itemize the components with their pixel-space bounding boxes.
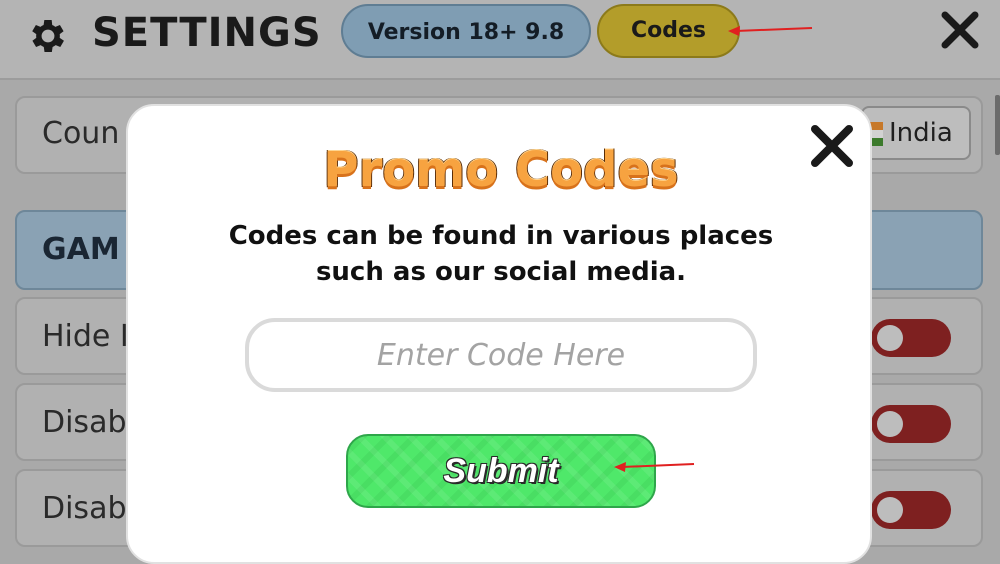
scrollbar[interactable]: [995, 95, 1000, 155]
setting-label: Hide I: [42, 319, 129, 354]
promo-code-input[interactable]: [245, 318, 757, 392]
setting-toggle[interactable]: [871, 319, 951, 357]
description-line: Codes can be found in various places: [228, 221, 774, 251]
gear-icon: [32, 20, 64, 52]
country-label: Coun: [42, 116, 120, 151]
description-line: such as our social media.: [315, 257, 687, 287]
close-icon[interactable]: [938, 8, 982, 52]
dialog-title: Promo Codes: [323, 142, 679, 198]
submit-label: Submit: [443, 452, 559, 490]
dialog-description: Codes can be found in various places suc…: [188, 218, 814, 290]
arrow-annotation: [728, 26, 813, 36]
country-select[interactable]: India: [861, 106, 971, 160]
country-value: India: [889, 118, 953, 148]
settings-header: SETTINGS Version 18+ 9.8 Codes: [0, 0, 1000, 80]
setting-label: Disab: [42, 491, 127, 526]
arrow-annotation: [614, 462, 695, 472]
version-button[interactable]: Version 18+ 9.8: [341, 4, 591, 58]
setting-toggle[interactable]: [871, 405, 951, 443]
section-title: GAM: [42, 232, 120, 267]
promo-codes-dialog: Promo Codes Codes can be found in variou…: [126, 104, 872, 564]
setting-label: Disab: [42, 405, 127, 440]
setting-toggle[interactable]: [871, 491, 951, 529]
page-title: SETTINGS: [92, 10, 322, 56]
codes-button[interactable]: Codes: [597, 4, 740, 58]
